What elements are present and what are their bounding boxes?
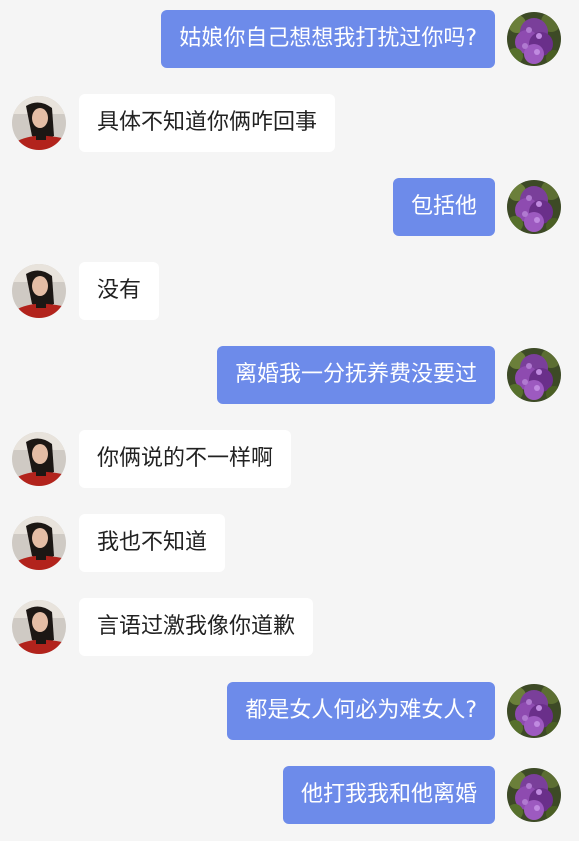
incoming-message-bubble[interactable]: 你俩说的不一样啊 bbox=[79, 430, 292, 488]
incoming-message-bubble[interactable]: 没有 bbox=[79, 262, 160, 320]
purple-flowers-avatar-icon[interactable] bbox=[507, 348, 561, 402]
message-row-outgoing: 他打我我和他离婚 bbox=[0, 766, 579, 826]
purple-flowers-avatar-icon[interactable] bbox=[507, 180, 561, 234]
woman-portrait-avatar-icon[interactable] bbox=[12, 96, 66, 150]
woman-portrait-avatar-icon[interactable] bbox=[12, 600, 66, 654]
message-row-outgoing: 离婚我一分抚养费没要过 bbox=[0, 346, 579, 406]
purple-flowers-image bbox=[507, 180, 561, 234]
outgoing-message-bubble[interactable]: 都是女人何必为难女人? bbox=[227, 682, 495, 740]
purple-flowers-image bbox=[507, 684, 561, 738]
purple-flowers-image bbox=[507, 12, 561, 66]
incoming-message-bubble[interactable]: 言语过激我像你道歉 bbox=[79, 598, 314, 656]
message-row-incoming: 言语过激我像你道歉 bbox=[0, 598, 579, 658]
outgoing-message-bubble[interactable]: 离婚我一分抚养费没要过 bbox=[216, 346, 495, 404]
woman-portrait-avatar-icon[interactable] bbox=[12, 432, 66, 486]
purple-flowers-avatar-icon[interactable] bbox=[507, 684, 561, 738]
purple-flowers-avatar-icon[interactable] bbox=[507, 12, 561, 66]
message-row-incoming: 具体不知道你俩咋回事 bbox=[0, 94, 579, 154]
message-row-incoming: 没有 bbox=[0, 262, 579, 322]
woman-portrait-image bbox=[12, 264, 66, 318]
message-row-incoming: 你俩说的不一样啊 bbox=[0, 430, 579, 490]
woman-portrait-image bbox=[12, 600, 66, 654]
purple-flowers-avatar-icon[interactable] bbox=[507, 768, 561, 822]
message-row-outgoing: 包括他 bbox=[0, 178, 579, 238]
woman-portrait-avatar-icon[interactable] bbox=[12, 264, 66, 318]
purple-flowers-image bbox=[507, 348, 561, 402]
message-row-outgoing: 姑娘你自己想想我打扰过你吗? bbox=[0, 10, 579, 70]
outgoing-message-bubble[interactable]: 包括他 bbox=[392, 178, 495, 236]
chat-conversation: 姑娘你自己想想我打扰过你吗? 具体不知道你俩咋回事 包括他 没有 离婚我一分抚养… bbox=[0, 0, 579, 841]
outgoing-message-bubble[interactable]: 姑娘你自己想想我打扰过你吗? bbox=[161, 10, 495, 68]
outgoing-message-bubble[interactable]: 他打我我和他离婚 bbox=[282, 766, 495, 824]
message-row-incoming: 我也不知道 bbox=[0, 514, 579, 574]
incoming-message-bubble[interactable]: 我也不知道 bbox=[79, 514, 226, 572]
incoming-message-bubble[interactable]: 具体不知道你俩咋回事 bbox=[79, 94, 336, 152]
woman-portrait-avatar-icon[interactable] bbox=[12, 516, 66, 570]
purple-flowers-image bbox=[507, 768, 561, 822]
message-row-outgoing: 都是女人何必为难女人? bbox=[0, 682, 579, 742]
woman-portrait-image bbox=[12, 96, 66, 150]
woman-portrait-image bbox=[12, 516, 66, 570]
woman-portrait-image bbox=[12, 432, 66, 486]
